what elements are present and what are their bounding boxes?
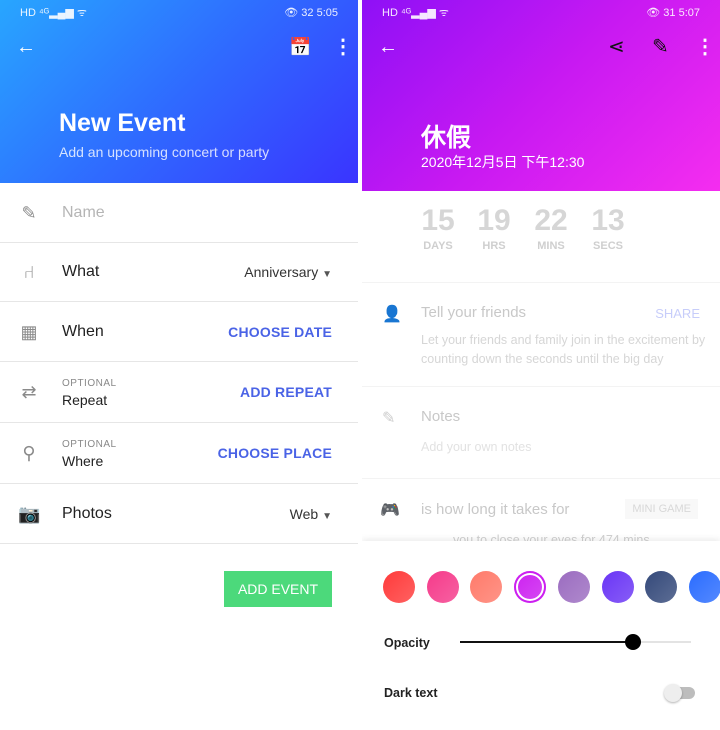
dark-text-toggle[interactable]: [664, 684, 695, 702]
divider: [362, 282, 720, 283]
status-bar: HD ⁴ᴳ▂▄▆ ᯤ 👁 31 5:07: [362, 0, 720, 24]
add-repeat-button[interactable]: ADD REPEAT: [240, 384, 332, 400]
photos-dropdown[interactable]: Web ▼: [290, 506, 332, 522]
back-icon[interactable]: ←: [378, 37, 398, 57]
photos-value: Web: [289, 506, 319, 522]
friends-title: Tell your friends: [421, 304, 527, 321]
battery: 32: [301, 6, 314, 19]
color-swatch[interactable]: [688, 571, 720, 603]
repeat-label: Repeat: [62, 392, 108, 408]
secs-value: 13: [591, 204, 625, 237]
hours-label: HRS: [482, 240, 506, 252]
chevron-down-icon: ▼: [322, 269, 332, 280]
optional-label: OPTIONAL: [62, 439, 117, 450]
add-event-button[interactable]: ADD EVENT: [224, 571, 332, 607]
dark-text-label: Dark text: [384, 686, 438, 700]
repeat-row[interactable]: ⇄ OPTIONAL Repeat ADD REPEAT: [0, 362, 358, 423]
calendar-add-icon[interactable]: 📅: [289, 37, 311, 57]
where-label: Where: [62, 453, 104, 469]
share-icon[interactable]: ⋖: [608, 37, 625, 57]
name-placeholder: Name: [62, 204, 105, 221]
event-datetime: 2020年12月5日 下午12:30: [421, 154, 585, 170]
calendar-icon: ▦: [20, 322, 38, 342]
countdown-hours: 19 HRS: [466, 204, 522, 252]
divider: [362, 478, 720, 479]
slider-thumb[interactable]: [625, 634, 642, 650]
color-swatch[interactable]: [383, 571, 415, 603]
page-title: New Event: [59, 109, 186, 137]
color-swatch[interactable]: [470, 571, 503, 603]
photos-row[interactable]: 📷 Photos Web ▼: [0, 484, 358, 544]
more-icon[interactable]: ⋮: [333, 37, 353, 57]
pencil-icon: ✎: [21, 203, 37, 223]
location-pin-icon: ⚲: [22, 443, 36, 463]
mini-game-button[interactable]: MINI GAME: [625, 499, 698, 519]
gamepad-icon: 🎮: [380, 502, 400, 519]
opacity-label: Opacity: [384, 636, 430, 650]
hours-value: 19: [477, 204, 511, 237]
signal-icon: HD ⁴ᴳ▂▄▆ ᯤ: [382, 6, 449, 19]
signal-icon: HD ⁴ᴳ▂▄▆ ᯤ: [20, 6, 87, 19]
days-value: 15: [421, 204, 455, 237]
countdown-days: 15 DAYS: [410, 204, 466, 252]
countdown-secs: 13 SECS: [580, 204, 636, 252]
countdown-mins: 22 MINS: [523, 204, 579, 252]
optional-label: OPTIONAL: [62, 378, 117, 389]
event-detail-screen: HD ⁴ᴳ▂▄▆ ᯤ 👁 31 5:07 ← ⋖ ✎ ⋮ 休假 2020年12月5…: [362, 0, 720, 730]
eye-icon: 👁: [646, 6, 661, 19]
more-icon[interactable]: ⋮: [695, 37, 715, 57]
person-icon: 👤: [382, 306, 402, 323]
what-value: Anniversary: [244, 264, 319, 280]
opacity-slider[interactable]: [460, 634, 691, 650]
color-swatch[interactable]: [557, 571, 590, 603]
friends-text: Let your friends and family join in the …: [421, 333, 706, 366]
what-label: What: [62, 263, 100, 280]
battery: 31: [663, 6, 676, 19]
edit-icon[interactable]: ✎: [652, 37, 669, 57]
mins-label: MINS: [537, 240, 565, 252]
notes-input[interactable]: Add your own notes: [421, 440, 532, 454]
when-row[interactable]: ▦ When CHOOSE DATE: [0, 302, 358, 362]
color-swatch[interactable]: [514, 571, 547, 603]
chair-icon: ⑁: [23, 262, 35, 282]
clock: 5:07: [678, 6, 700, 19]
repeat-icon: ⇄: [21, 382, 37, 402]
game-title: is how long it takes for: [421, 501, 570, 518]
clock: 5:05: [316, 6, 338, 19]
name-field[interactable]: ✎ Name: [0, 183, 358, 243]
page-subtitle: Add an upcoming concert or party: [59, 144, 270, 160]
share-button[interactable]: SHARE: [655, 306, 700, 321]
where-row[interactable]: ⚲ OPTIONAL Where CHOOSE PLACE: [0, 423, 358, 484]
when-label: When: [62, 323, 104, 340]
color-swatch[interactable]: [601, 571, 634, 603]
what-dropdown[interactable]: Anniversary ▼: [244, 264, 332, 280]
camera-add-icon: 📷: [18, 504, 41, 524]
days-label: DAYS: [423, 240, 453, 252]
what-row[interactable]: ⑁ What Anniversary ▼: [0, 242, 358, 302]
eye-icon: 👁: [284, 6, 299, 19]
pencil-icon: ✎: [382, 410, 396, 427]
toggle-knob: [664, 684, 682, 702]
new-event-screen: HD ⁴ᴳ▂▄▆ ᯤ 👁 32 5:05 ← 📅 ⋮ New Event Add …: [0, 0, 358, 730]
mins-value: 22: [534, 204, 568, 237]
photos-label: Photos: [62, 505, 112, 522]
choose-place-button[interactable]: CHOOSE PLACE: [218, 445, 332, 461]
back-icon[interactable]: ←: [16, 37, 36, 57]
color-swatch[interactable]: [645, 571, 678, 603]
chevron-down-icon: ▼: [322, 511, 332, 522]
color-picker-sheet: Opacity Dark text: [362, 541, 720, 730]
secs-label: SECS: [593, 240, 623, 252]
color-swatch[interactable]: [426, 571, 459, 603]
slider-fill: [460, 641, 634, 643]
divider: [362, 386, 720, 387]
event-title: 休假: [421, 124, 472, 152]
notes-title: Notes: [421, 408, 461, 425]
status-bar: HD ⁴ᴳ▂▄▆ ᯤ 👁 32 5:05: [0, 0, 358, 24]
choose-date-button[interactable]: CHOOSE DATE: [228, 324, 332, 340]
